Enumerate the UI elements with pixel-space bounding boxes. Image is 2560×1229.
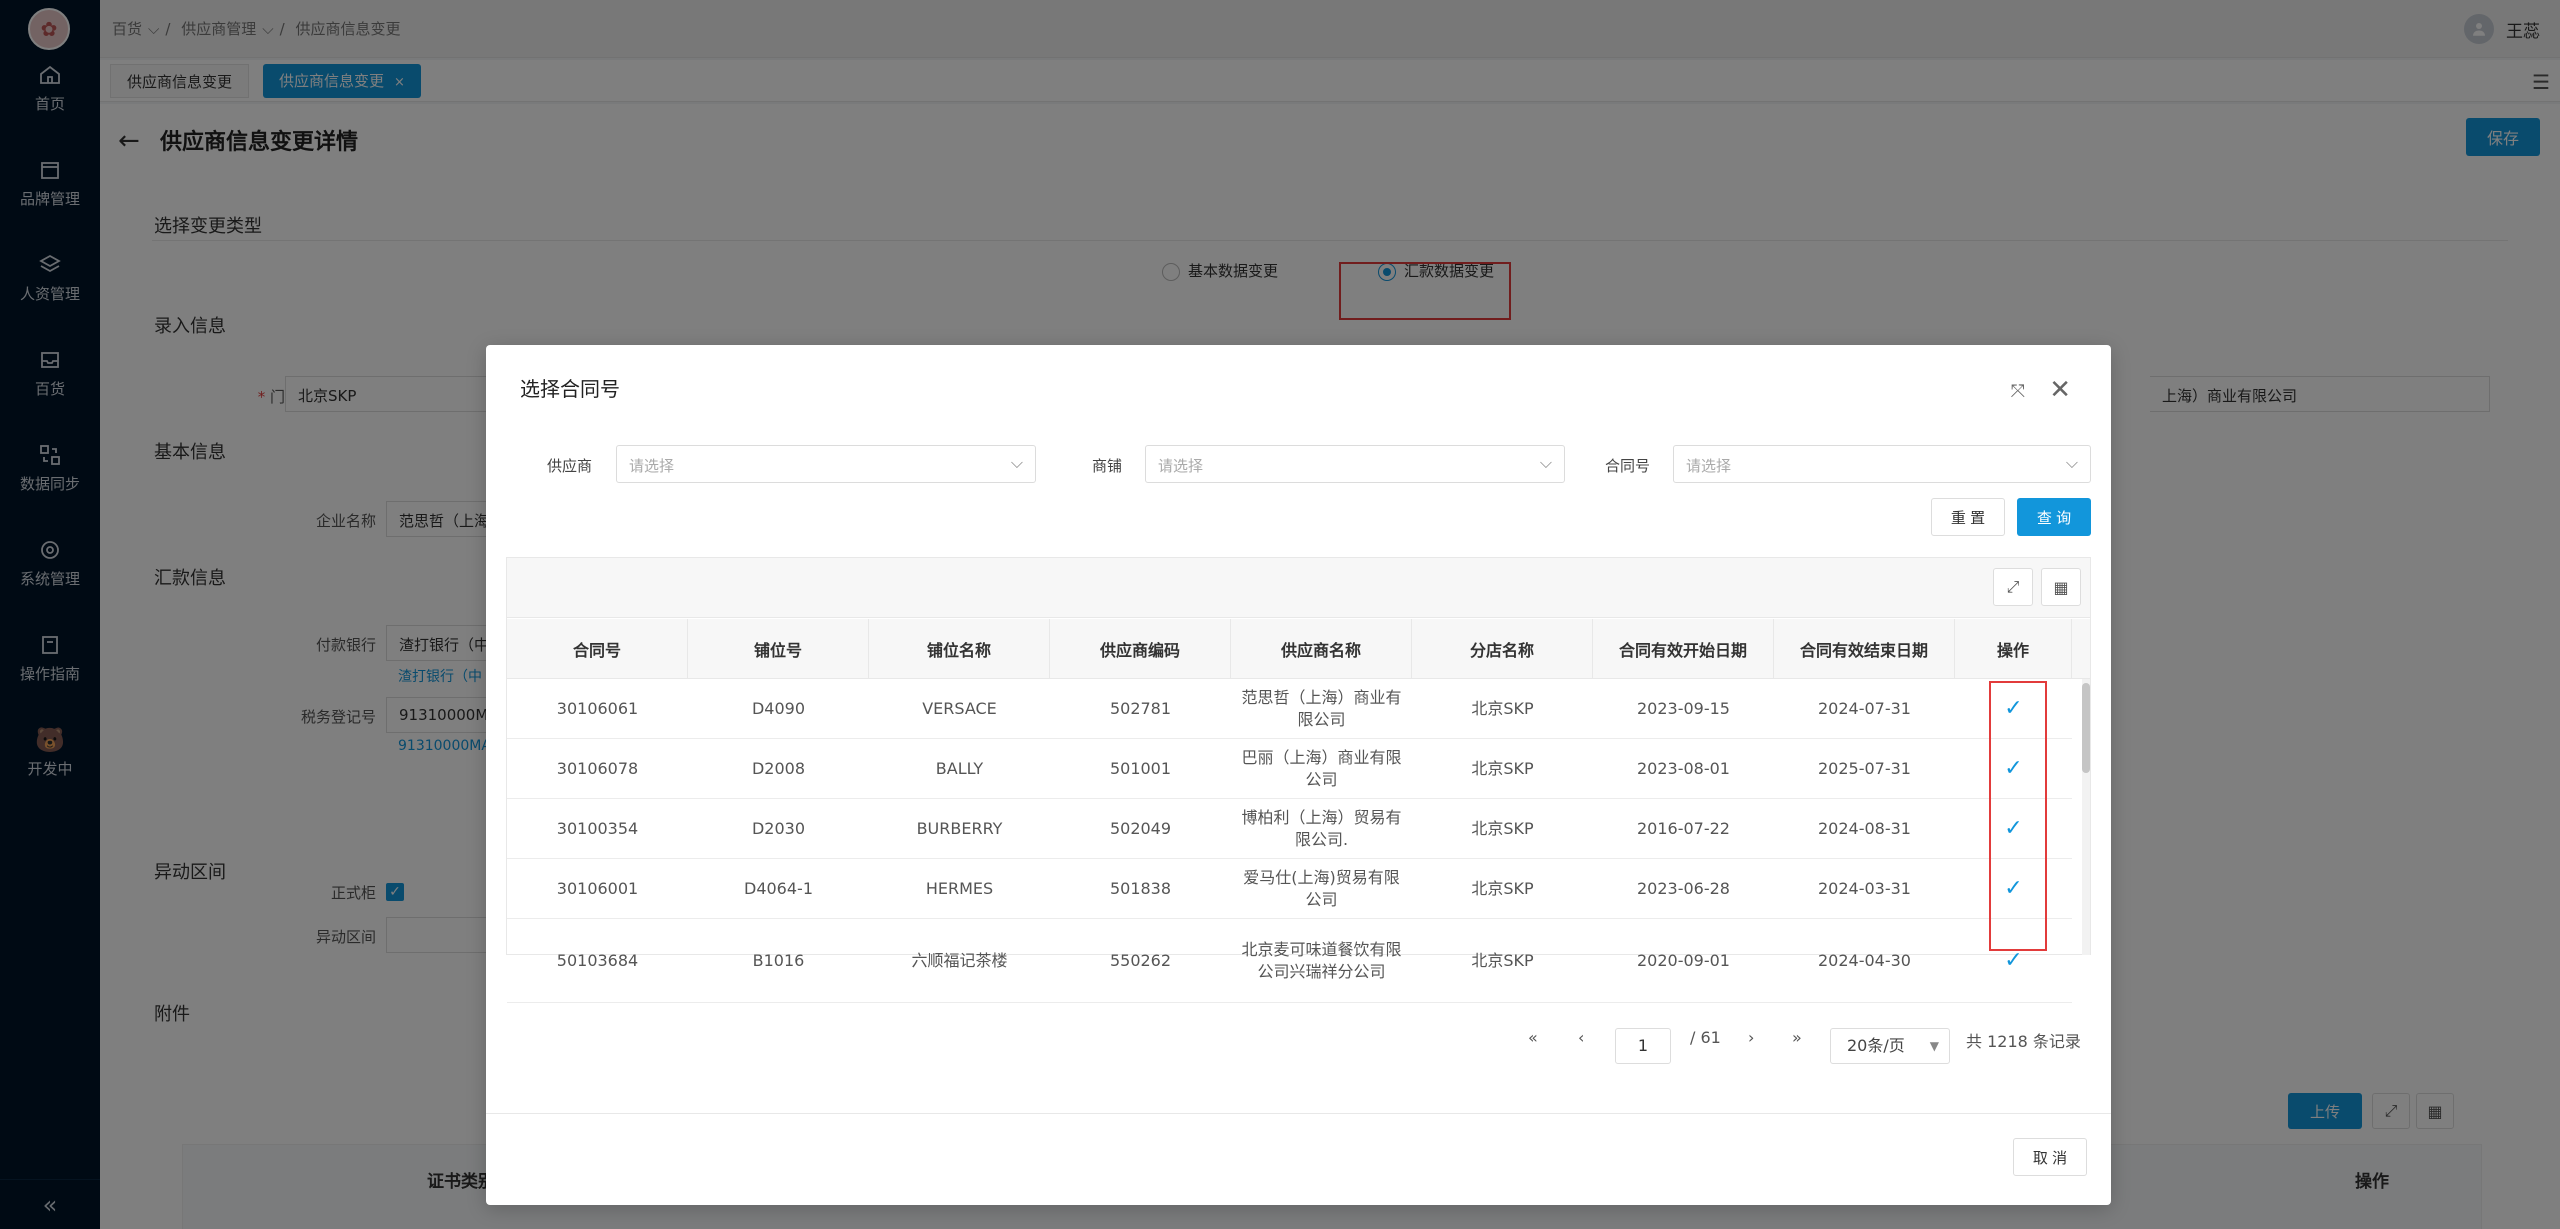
query-button[interactable]: 查 询 <box>2017 498 2091 536</box>
filter-label-contract: 合同号 <box>1604 457 1650 475</box>
cell-booth-name: BURBERRY <box>916 818 1003 838</box>
table-row[interactable]: 30106078 D2008 BALLY 501001 巴丽（上海）商业有限公司… <box>507 739 2072 799</box>
caret-down-icon: ▼ <box>1929 1039 1939 1053</box>
col-header[interactable]: 铺位号 <box>688 619 869 679</box>
cell-start: 2020-09-01 <box>1637 950 1730 970</box>
cell-code: 502049 <box>1109 818 1172 838</box>
cell-booth: D2030 <box>751 818 806 838</box>
first-page-button[interactable]: « <box>1528 1028 1538 1047</box>
table-row[interactable]: 50103684 B1016 六顺福记茶楼 550262 北京麦可味道餐饮有限公… <box>507 919 2072 1003</box>
columns-icon[interactable]: ▦ <box>2041 568 2081 606</box>
chevron-down-icon: ⌵ <box>1539 453 1552 472</box>
cell-booth: D4090 <box>751 698 806 718</box>
cell-code: 501001 <box>1109 758 1172 778</box>
cell-supplier: 北京麦可味道餐饮有限公司兴瑞祥分公司 <box>1241 939 1402 981</box>
cell-store: 北京SKP <box>1471 698 1534 718</box>
col-header: 操作 <box>1955 619 2072 679</box>
col-header[interactable]: 供应商名称 <box>1231 619 1412 679</box>
col-header[interactable]: 铺位名称 <box>869 619 1050 679</box>
last-page-button[interactable]: » <box>1792 1028 1802 1047</box>
cell-end: 2025-07-31 <box>1818 758 1911 778</box>
cell-supplier: 博柏利（上海）贸易有限公司. <box>1241 807 1402 849</box>
col-header[interactable]: 合同号 <box>507 619 688 679</box>
cell-code: 502781 <box>1109 698 1172 718</box>
next-page-button[interactable]: › <box>1748 1028 1754 1047</box>
cell-booth-name: 六顺福记茶楼 <box>911 950 1008 970</box>
cell-code: 550262 <box>1109 950 1172 970</box>
page-size-select[interactable]: 20条/页 ▼ <box>1830 1028 1950 1064</box>
filter-label-shop: 商铺 <box>1091 457 1122 475</box>
col-header[interactable]: 供应商编码 <box>1050 619 1231 679</box>
contract-select[interactable]: 请选择 ⌵ <box>1673 445 2091 483</box>
select-contract-modal: 选择合同号 ⤧ ✕ 供应商 请选择 ⌵ 商铺 请选择 ⌵ 合同号 请选择 ⌵ 重… <box>486 345 2111 1205</box>
page-size-value: 20条/页 <box>1847 1036 1905 1055</box>
cell-booth-name: VERSACE <box>922 698 997 718</box>
table-row[interactable]: 30100354 D2030 BURBERRY 502049 博柏利（上海）贸易… <box>507 799 2072 859</box>
cell-code: 501838 <box>1109 878 1172 898</box>
divider <box>486 1113 2111 1114</box>
close-icon[interactable]: ✕ <box>2049 375 2071 405</box>
col-header[interactable]: 合同有效结束日期 <box>1774 619 1955 679</box>
reset-button[interactable]: 重 置 <box>1931 498 2005 536</box>
cell-booth: D2008 <box>751 758 806 778</box>
supplier-select[interactable]: 请选择 ⌵ <box>616 445 1036 483</box>
cell-end: 2024-08-31 <box>1818 818 1911 838</box>
cell-start: 2023-06-28 <box>1637 878 1730 898</box>
table-row[interactable]: 30106061 D4090 VERSACE 502781 范思哲（上海）商业有… <box>507 679 2072 739</box>
col-header[interactable]: 合同有效开始日期 <box>1593 619 1774 679</box>
cell-contract: 30106001 <box>556 878 639 898</box>
cell-end: 2024-07-31 <box>1818 698 1911 718</box>
page-number-input[interactable]: 1 <box>1615 1028 1671 1064</box>
cell-end: 2024-04-30 <box>1818 950 1911 970</box>
cell-booth: D4064-1 <box>744 878 813 898</box>
select-placeholder: 请选择 <box>629 457 675 475</box>
prev-page-button[interactable]: ‹ <box>1578 1028 1584 1047</box>
cell-start: 2023-08-01 <box>1637 758 1730 778</box>
cell-store: 北京SKP <box>1471 818 1534 838</box>
col-header[interactable]: 分店名称 <box>1412 619 1593 679</box>
table-header: 合同号 铺位号 铺位名称 供应商编码 供应商名称 分店名称 合同有效开始日期 合… <box>507 619 2090 679</box>
cell-store: 北京SKP <box>1471 950 1534 970</box>
cell-supplier: 巴丽（上海）商业有限公司 <box>1241 747 1402 789</box>
filter-label-supplier: 供应商 <box>546 457 592 475</box>
cell-contract: 30100354 <box>556 818 639 838</box>
fullscreen-icon[interactable]: ⤢ <box>1993 568 2033 606</box>
chevron-down-icon: ⌵ <box>2065 453 2078 472</box>
cell-store: 北京SKP <box>1471 878 1534 898</box>
cell-booth-name: HERMES <box>925 878 994 898</box>
cell-supplier: 爱马仕(上海)贸易有限公司 <box>1243 867 1400 909</box>
select-placeholder: 请选择 <box>1686 457 1732 475</box>
cell-contract: 30106061 <box>556 698 639 718</box>
fullscreen-icon[interactable]: ⤧ <box>2011 381 2025 402</box>
shop-select[interactable]: 请选择 ⌵ <box>1145 445 1565 483</box>
select-placeholder: 请选择 <box>1158 457 1204 475</box>
table-toolbar: ⤢ ▦ <box>507 558 2090 618</box>
cell-start: 2023-09-15 <box>1637 698 1730 718</box>
highlight-box <box>1989 681 2047 951</box>
table-row[interactable]: 30106001 D4064-1 HERMES 501838 爱马仕(上海)贸易… <box>507 859 2072 919</box>
chevron-down-icon: ⌵ <box>1010 453 1023 472</box>
cell-store: 北京SKP <box>1471 758 1534 778</box>
cell-supplier: 范思哲（上海）商业有限公司 <box>1241 687 1402 729</box>
cell-end: 2024-03-31 <box>1818 878 1911 898</box>
contract-table: ⤢ ▦ 合同号 铺位号 铺位名称 供应商编码 供应商名称 分店名称 合同有效开始… <box>506 557 2091 1003</box>
cell-start: 2016-07-22 <box>1637 818 1730 838</box>
scrollbar-thumb[interactable] <box>2082 683 2090 773</box>
total-records: 共 1218 条记录 <box>1966 1032 2081 1051</box>
modal-title: 选择合同号 <box>520 377 620 401</box>
total-pages: / 61 <box>1690 1028 1721 1047</box>
cancel-button[interactable]: 取 消 <box>2013 1138 2087 1176</box>
cell-contract: 30106078 <box>556 758 639 778</box>
cell-booth: B1016 <box>752 950 805 970</box>
cell-contract: 50103684 <box>556 950 639 970</box>
cell-booth-name: BALLY <box>935 758 984 778</box>
